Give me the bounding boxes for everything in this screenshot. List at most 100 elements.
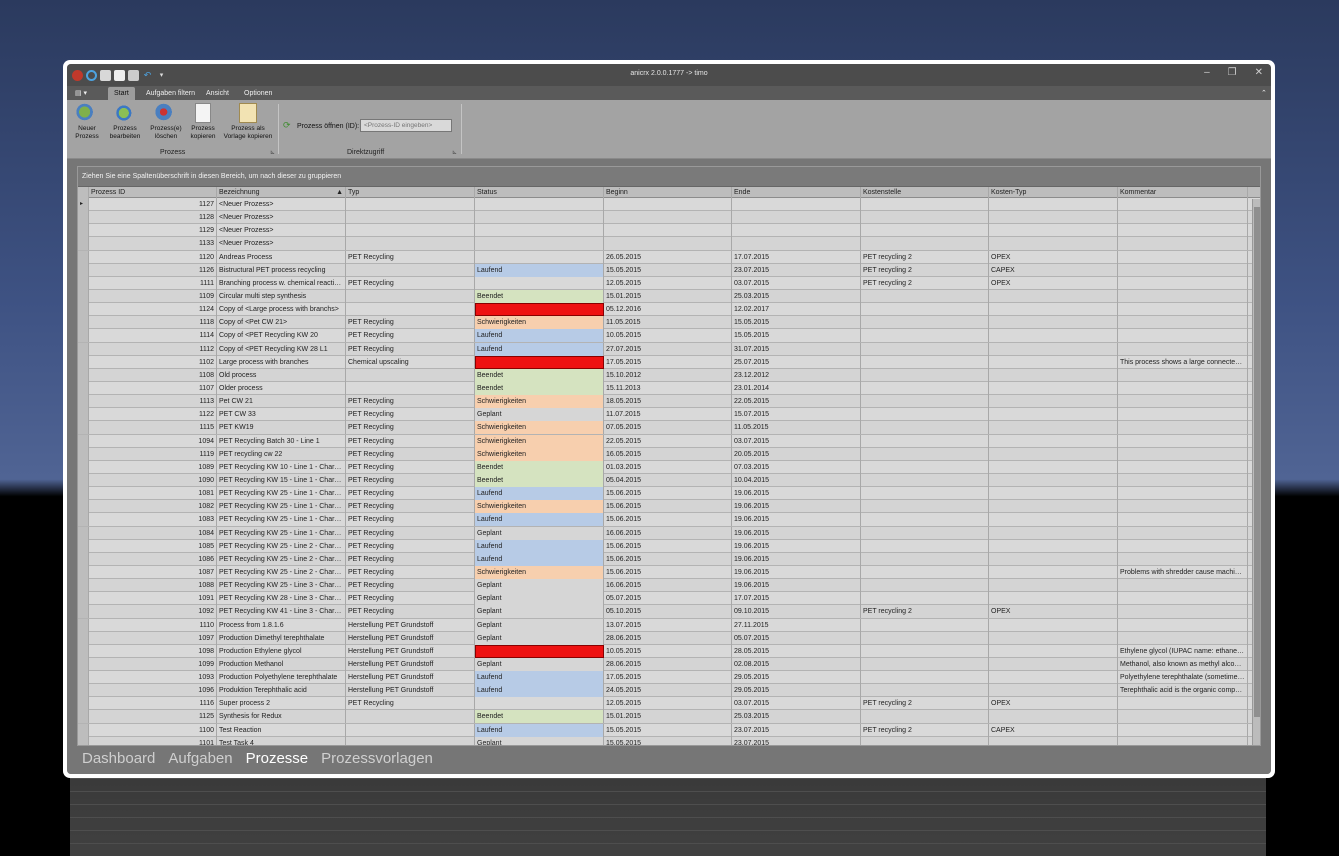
tab-ansicht[interactable]: Ansicht xyxy=(200,87,235,100)
cell-kostenstelle[interactable] xyxy=(861,303,989,317)
cell-prozess-id[interactable]: 1100 xyxy=(89,723,217,737)
cell-status[interactable]: Schwierigkeiten xyxy=(475,395,604,409)
cell-ende[interactable]: 09.10.2015 xyxy=(732,605,861,619)
copy-process-button[interactable]: Prozess kopieren xyxy=(187,103,219,140)
tab-start[interactable]: Start xyxy=(108,87,135,100)
cell-prozess-id[interactable]: 1096 xyxy=(89,684,217,698)
cell-bezeichnung[interactable]: PET recycling cw 22 xyxy=(217,447,346,461)
cell-bezeichnung[interactable]: PET Recycling KW 25 - Line 2 - Charge 2 xyxy=(217,552,346,566)
cell-bezeichnung[interactable]: Copy of <PET Recycling KW 20 xyxy=(217,329,346,343)
cell-kommentar[interactable] xyxy=(1118,211,1248,225)
cell-kostenstelle[interactable] xyxy=(861,237,989,251)
cell-status[interactable]: Schwierigkeiten xyxy=(475,447,604,461)
table-row[interactable]: 1108 Old process Beendet 15.10.2012 23.12.20… xyxy=(78,368,1260,382)
table-row[interactable]: 1122 PET CW 33 PET Recycling Geplant 11.07.2… xyxy=(78,408,1260,422)
cell-kostenstelle[interactable] xyxy=(861,631,989,645)
row-indicator[interactable] xyxy=(78,592,89,606)
cell-kosten-typ[interactable] xyxy=(989,395,1118,409)
cell-bezeichnung[interactable]: Production Methanol xyxy=(217,657,346,671)
cell-kostenstelle[interactable] xyxy=(861,539,989,553)
cell-kostenstelle[interactable]: PET recycling 2 xyxy=(861,697,989,711)
cell-kommentar[interactable] xyxy=(1118,237,1248,251)
nav-dashboard[interactable]: Dashboard xyxy=(82,750,155,774)
cell-prozess-id[interactable]: 1108 xyxy=(89,368,217,382)
cell-kommentar[interactable] xyxy=(1118,289,1248,303)
cell-status[interactable]: Geplant xyxy=(475,592,604,606)
cell-typ[interactable] xyxy=(346,289,475,303)
cell-kommentar[interactable]: Problems with shredder cause machine ... xyxy=(1118,565,1248,579)
cell-bezeichnung[interactable]: Circular multi step synthesis xyxy=(217,289,346,303)
cell-bezeichnung[interactable]: Process from 1.8.1.6 xyxy=(217,618,346,632)
cell-kostenstelle[interactable] xyxy=(861,395,989,409)
cell-status[interactable]: Beendet xyxy=(475,710,604,724)
cell-kostenstelle[interactable]: PET recycling 2 xyxy=(861,250,989,264)
cell-kommentar[interactable] xyxy=(1118,710,1248,724)
table-row[interactable]: 1099 Production Methanol Herstellung PET G… xyxy=(78,657,1260,672)
cell-kostenstelle[interactable]: PET recycling 2 xyxy=(861,276,989,290)
row-indicator[interactable] xyxy=(78,224,89,238)
cell-bezeichnung[interactable]: Test Reaction xyxy=(217,723,346,737)
new-process-button[interactable]: Neuer Prozess xyxy=(72,103,102,140)
cell-prozess-id[interactable]: 1107 xyxy=(89,381,217,395)
cell-prozess-id[interactable]: 1084 xyxy=(89,526,217,540)
cell-kommentar[interactable] xyxy=(1118,736,1248,745)
cell-typ[interactable]: PET Recycling xyxy=(346,434,475,448)
cell-status[interactable]: Geplant xyxy=(475,579,604,593)
row-indicator[interactable] xyxy=(78,644,89,658)
col-header-typ[interactable]: Typ xyxy=(346,187,475,198)
cell-ende[interactable]: 15.05.2015 xyxy=(732,316,861,330)
cell-typ[interactable]: PET Recycling xyxy=(346,500,475,514)
table-row[interactable]: 1096 Produktion Terephthalic acid Herstell… xyxy=(78,684,1260,698)
cell-typ[interactable]: Herstellung PET Grundstoff xyxy=(346,671,475,685)
cell-kostenstelle[interactable]: PET recycling 2 xyxy=(861,605,989,619)
col-header-beginn[interactable]: Beginn xyxy=(604,187,732,198)
cell-prozess-id[interactable]: 1081 xyxy=(89,487,217,501)
cell-kosten-typ[interactable]: OPEX xyxy=(989,605,1118,619)
cell-beginn[interactable]: 12.05.2015 xyxy=(604,276,732,290)
cell-kommentar[interactable] xyxy=(1118,460,1248,474)
cell-kosten-typ[interactable] xyxy=(989,710,1118,724)
cell-prozess-id[interactable]: 1110 xyxy=(89,618,217,632)
cell-prozess-id[interactable]: 1090 xyxy=(89,473,217,487)
cell-kommentar[interactable] xyxy=(1118,579,1248,593)
cell-beginn[interactable]: 11.07.2015 xyxy=(604,408,732,422)
cell-prozess-id[interactable]: 1085 xyxy=(89,539,217,553)
cell-kostenstelle[interactable]: PET recycling 2 xyxy=(861,723,989,737)
cell-typ[interactable]: PET Recycling xyxy=(346,447,475,461)
cell-beginn[interactable]: 15.01.2015 xyxy=(604,289,732,303)
cell-status[interactable] xyxy=(475,303,604,317)
cell-status[interactable] xyxy=(475,224,604,238)
nav-aufgaben[interactable]: Aufgaben xyxy=(168,750,232,774)
cell-beginn[interactable]: 11.05.2015 xyxy=(604,316,732,330)
cell-prozess-id[interactable]: 1082 xyxy=(89,500,217,514)
cell-typ[interactable] xyxy=(346,368,475,382)
cell-typ[interactable]: Chemical upscaling xyxy=(346,355,475,369)
cell-kosten-typ[interactable] xyxy=(989,342,1118,356)
cell-typ[interactable] xyxy=(346,237,475,251)
cell-typ[interactable]: PET Recycling xyxy=(346,552,475,566)
row-indicator[interactable] xyxy=(78,342,89,356)
cell-beginn[interactable]: 10.05.2015 xyxy=(604,644,732,658)
cell-kosten-typ[interactable]: OPEX xyxy=(989,250,1118,264)
group-dialog-launcher-icon-2[interactable]: ⊾ xyxy=(452,149,457,156)
cell-typ[interactable] xyxy=(346,381,475,395)
cell-beginn[interactable]: 13.07.2015 xyxy=(604,618,732,632)
cell-kosten-typ[interactable] xyxy=(989,657,1118,671)
col-header-ende[interactable]: Ende xyxy=(732,187,861,198)
cell-prozess-id[interactable]: 1087 xyxy=(89,565,217,579)
cell-kosten-typ[interactable] xyxy=(989,381,1118,395)
cell-prozess-id[interactable]: 1097 xyxy=(89,631,217,645)
table-row[interactable]: 1094 PET Recycling Batch 30 - Line 1 PET R… xyxy=(78,434,1260,448)
cell-kostenstelle[interactable] xyxy=(861,579,989,593)
cell-bezeichnung[interactable]: PET CW 33 xyxy=(217,408,346,422)
cell-kommentar[interactable] xyxy=(1118,250,1248,264)
cell-prozess-id[interactable]: 1102 xyxy=(89,355,217,369)
cell-beginn[interactable]: 12.05.2015 xyxy=(604,697,732,711)
cell-ende[interactable]: 19.06.2015 xyxy=(732,500,861,514)
cell-typ[interactable]: Herstellung PET Grundstoff xyxy=(346,684,475,698)
vertical-scrollbar[interactable] xyxy=(1252,199,1260,745)
col-header-status[interactable]: Status xyxy=(475,187,604,198)
cell-kosten-typ[interactable] xyxy=(989,513,1118,527)
col-header-kostenstelle[interactable]: Kostenstelle xyxy=(861,187,989,198)
cell-typ[interactable]: PET Recycling xyxy=(346,473,475,487)
